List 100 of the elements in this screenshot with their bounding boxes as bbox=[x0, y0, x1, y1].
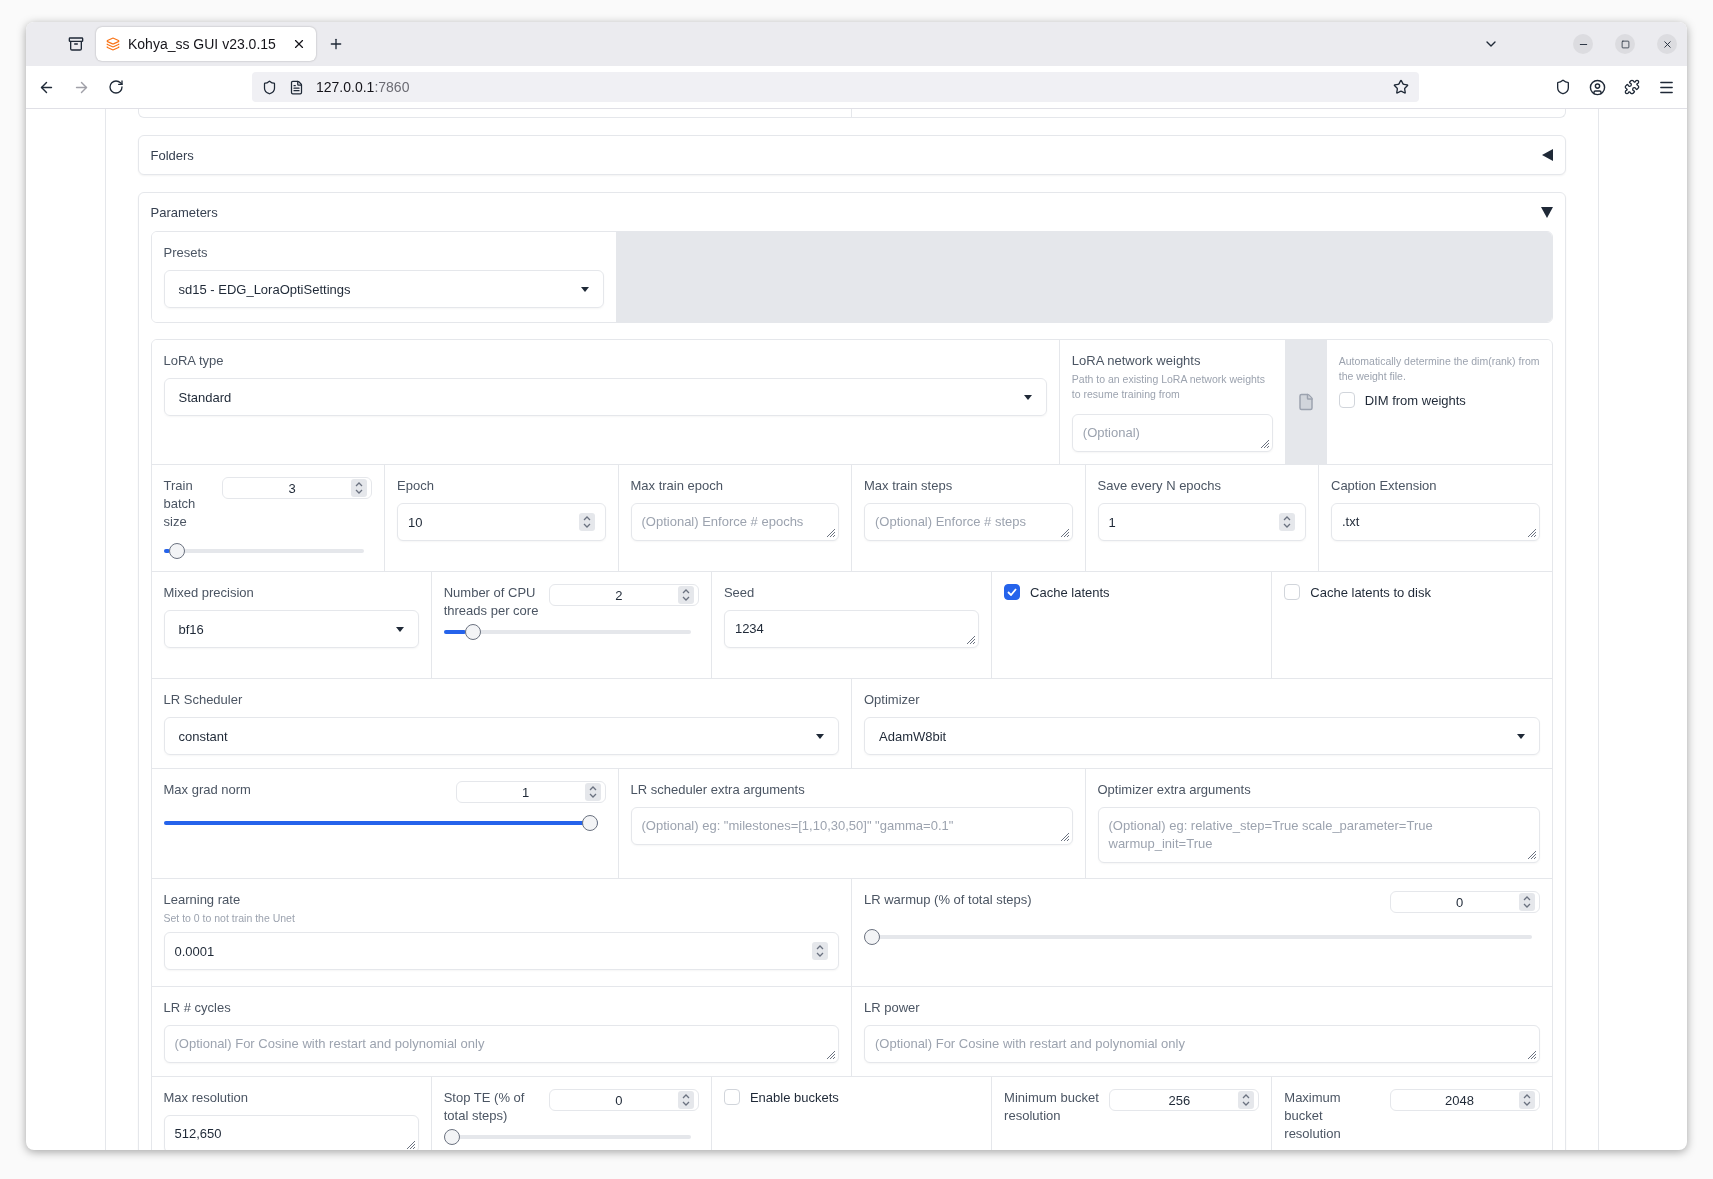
close-icon[interactable] bbox=[292, 37, 306, 51]
number-field[interactable]: 2 bbox=[548, 584, 699, 606]
number-field[interactable]: 0 bbox=[548, 1089, 699, 1111]
address-bar[interactable]: 127.0.0.1:7860 bbox=[252, 72, 1419, 102]
slider-thumb[interactable] bbox=[581, 815, 598, 831]
slider-thumb[interactable] bbox=[864, 929, 880, 945]
field-label: Epoch bbox=[397, 477, 435, 495]
slider[interactable] bbox=[443, 624, 691, 640]
spinner-icon[interactable] bbox=[1518, 893, 1535, 911]
resize-grip-icon[interactable] bbox=[1527, 529, 1536, 537]
page-icon[interactable] bbox=[289, 79, 304, 95]
accordion-header[interactable]: Parameters bbox=[138, 193, 1565, 231]
browser-tab[interactable]: Kohya_ss GUI v23.0.15 bbox=[96, 27, 316, 61]
checkbox-label: Cache latents to disk bbox=[1310, 584, 1431, 600]
slider[interactable] bbox=[163, 543, 364, 559]
checkbox-label: Enable buckets bbox=[749, 1089, 839, 1105]
checkbox-label: Cache latents bbox=[1030, 584, 1110, 600]
dropdown[interactable]: AdamW8bit bbox=[864, 717, 1540, 755]
field-label: Max grad norm bbox=[163, 781, 252, 799]
resize-grip-icon[interactable] bbox=[1527, 851, 1536, 859]
number-field[interactable]: 0.0001 bbox=[163, 932, 839, 970]
check-icon bbox=[1007, 588, 1018, 596]
close-icon bbox=[1661, 38, 1673, 50]
slider[interactable] bbox=[163, 815, 598, 831]
field-label: Max resolution bbox=[163, 1089, 250, 1107]
resize-grip-icon[interactable] bbox=[1060, 529, 1069, 537]
resize-grip-icon[interactable] bbox=[827, 529, 835, 537]
resize-grip-icon[interactable] bbox=[1060, 833, 1069, 841]
new-tab-icon[interactable] bbox=[328, 36, 344, 52]
dropdown[interactable]: sd15 - EDG_LoraOptiSettings bbox=[163, 270, 604, 308]
caret-icon bbox=[1023, 394, 1032, 400]
shield-icon[interactable] bbox=[262, 79, 277, 95]
field-label: Train batch size bbox=[163, 477, 197, 531]
caret-icon bbox=[580, 286, 589, 292]
layers-icon bbox=[106, 37, 120, 51]
field-hint: Set to 0 to not train the Unet bbox=[163, 911, 296, 926]
field-label: LR scheduler extra arguments bbox=[630, 781, 806, 799]
spinner-icon[interactable] bbox=[812, 942, 828, 960]
field-label: LR power bbox=[864, 999, 921, 1017]
spinner-icon[interactable] bbox=[584, 783, 601, 801]
spinner-icon[interactable] bbox=[1279, 513, 1295, 531]
shield-icon[interactable] bbox=[1555, 79, 1571, 95]
field-label: LR warmup (% of total steps) bbox=[864, 891, 1033, 909]
spinner-icon[interactable] bbox=[1238, 1091, 1255, 1109]
number-field[interactable]: 10 bbox=[397, 503, 606, 541]
spinner-icon[interactable] bbox=[677, 1091, 694, 1109]
slider[interactable] bbox=[443, 1129, 691, 1145]
maximize-button[interactable] bbox=[1615, 34, 1635, 54]
accordion-header[interactable]: Folders bbox=[138, 136, 1565, 174]
number-field[interactable]: 3 bbox=[222, 477, 372, 499]
maximize-icon bbox=[1620, 39, 1630, 49]
resize-grip-icon[interactable] bbox=[827, 1051, 835, 1059]
resize-grip-icon[interactable] bbox=[967, 636, 976, 644]
field-label: Caption Extension bbox=[1331, 477, 1438, 495]
number-field[interactable]: 2048 bbox=[1389, 1089, 1540, 1111]
resize-grip-icon[interactable] bbox=[1260, 440, 1269, 448]
field-label: Max train steps bbox=[864, 477, 954, 495]
star-icon[interactable] bbox=[1393, 79, 1409, 95]
document-icon bbox=[1296, 393, 1315, 411]
field-label: Optimizer bbox=[864, 691, 921, 709]
resize-grip-icon[interactable] bbox=[1527, 1051, 1536, 1059]
caret-icon bbox=[816, 733, 824, 739]
field-label: Seed bbox=[723, 584, 756, 602]
field-label: Presets bbox=[163, 244, 209, 262]
reload-icon[interactable] bbox=[108, 79, 124, 95]
puzzle-icon[interactable] bbox=[1624, 79, 1640, 95]
slider[interactable] bbox=[864, 929, 1532, 945]
field-label: Number of CPU threads per core bbox=[443, 584, 539, 620]
field-label: Maximum bucket resolution bbox=[1284, 1089, 1342, 1143]
spinner-icon[interactable] bbox=[1518, 1091, 1535, 1109]
checkbox-label: DIM from weights bbox=[1364, 392, 1466, 408]
slider-thumb[interactable] bbox=[443, 1129, 460, 1145]
resize-grip-icon[interactable] bbox=[406, 1141, 415, 1149]
close-button[interactable] bbox=[1657, 34, 1677, 54]
field-label: Optimizer extra arguments bbox=[1097, 781, 1252, 799]
field-label: Learning rate bbox=[163, 891, 242, 909]
dropdown[interactable]: Standard bbox=[163, 378, 1047, 416]
dropdown[interactable]: constant bbox=[163, 717, 839, 755]
field-label: Minimum bucket resolution bbox=[1004, 1089, 1100, 1125]
account-icon[interactable] bbox=[1589, 78, 1606, 96]
checkbox[interactable] bbox=[1004, 584, 1021, 600]
input-field[interactable]: .txt bbox=[1331, 503, 1540, 541]
spinner-icon[interactable] bbox=[578, 513, 595, 531]
field-label: Stop TE (% of total steps) bbox=[443, 1089, 526, 1125]
input-field[interactable]: 512,650 bbox=[163, 1115, 419, 1150]
spinner-icon[interactable] bbox=[351, 479, 367, 497]
field-hint: Automatically determine the dim(rank) from the weight file. bbox=[1338, 354, 1540, 384]
field-label: Save every N epochs bbox=[1097, 477, 1223, 495]
input-field[interactable]: 1234 bbox=[723, 610, 980, 648]
number-field[interactable]: 256 bbox=[1109, 1089, 1260, 1111]
field-hint: Path to an existing LoRA network weights to resume training from bbox=[1071, 372, 1267, 402]
slider-thumb[interactable] bbox=[464, 624, 481, 640]
number-field[interactable]: 1 bbox=[455, 781, 606, 803]
number-field[interactable]: 1 bbox=[1097, 503, 1306, 541]
dropdown[interactable]: bf16 bbox=[163, 610, 419, 648]
slider-thumb[interactable] bbox=[169, 543, 186, 559]
spinner-icon[interactable] bbox=[677, 586, 694, 604]
number-field[interactable]: 0 bbox=[1389, 891, 1540, 913]
tab-list-icon[interactable] bbox=[68, 36, 84, 52]
caret-icon bbox=[1516, 733, 1525, 739]
